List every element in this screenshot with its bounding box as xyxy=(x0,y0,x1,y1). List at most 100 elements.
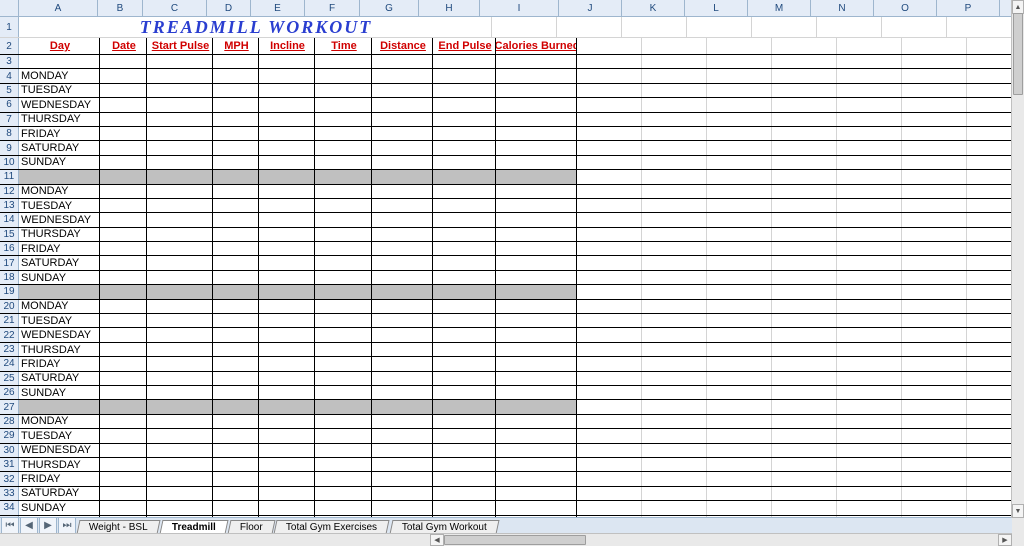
cell[interactable] xyxy=(100,271,147,284)
day-cell[interactable]: TUESDAY xyxy=(19,199,100,212)
col-header-A[interactable]: A xyxy=(19,0,98,16)
day-cell[interactable]: THURSDAY xyxy=(19,113,100,126)
cell[interactable] xyxy=(707,127,772,140)
day-cell[interactable]: THURSDAY xyxy=(19,228,100,241)
cell[interactable] xyxy=(259,242,315,255)
cell[interactable] xyxy=(433,487,496,500)
cell[interactable] xyxy=(213,84,259,97)
cell[interactable] xyxy=(259,228,315,241)
cell[interactable] xyxy=(707,343,772,356)
cell[interactable] xyxy=(100,343,147,356)
cell[interactable] xyxy=(100,372,147,385)
cell[interactable] xyxy=(496,170,577,183)
cell[interactable] xyxy=(772,141,837,154)
cell[interactable] xyxy=(213,213,259,226)
cell[interactable] xyxy=(433,242,496,255)
cell[interactable] xyxy=(837,69,902,82)
cell[interactable] xyxy=(433,501,496,514)
cell[interactable] xyxy=(707,285,772,298)
cell[interactable] xyxy=(707,487,772,500)
col-header-N[interactable]: N xyxy=(811,0,874,16)
cell[interactable] xyxy=(772,69,837,82)
cell[interactable] xyxy=(213,444,259,457)
cell[interactable] xyxy=(100,472,147,485)
vertical-scroll-thumb[interactable] xyxy=(1013,13,1023,95)
cell[interactable] xyxy=(642,156,707,169)
cell[interactable] xyxy=(817,17,882,37)
cell[interactable] xyxy=(372,400,433,413)
cell[interactable] xyxy=(496,69,577,82)
horizontal-scroll-thumb[interactable] xyxy=(444,535,586,545)
cell[interactable] xyxy=(496,228,577,241)
cell[interactable] xyxy=(642,300,707,313)
cell[interactable] xyxy=(902,386,967,399)
cell[interactable] xyxy=(100,415,147,428)
cell[interactable] xyxy=(496,501,577,514)
sheet-tab[interactable]: Treadmill xyxy=(159,520,228,534)
header-calories[interactable]: Calories Burned xyxy=(496,38,577,54)
cell[interactable] xyxy=(100,69,147,82)
cell[interactable] xyxy=(707,98,772,111)
cell[interactable] xyxy=(707,199,772,212)
cell[interactable] xyxy=(147,386,213,399)
row-header[interactable]: 30 xyxy=(0,444,19,457)
row-header[interactable]: 12 xyxy=(0,185,19,198)
cell[interactable] xyxy=(772,242,837,255)
cell[interactable] xyxy=(837,228,902,241)
cell[interactable] xyxy=(707,213,772,226)
col-header-C[interactable]: C xyxy=(143,0,207,16)
cell[interactable] xyxy=(902,141,967,154)
cell[interactable] xyxy=(372,113,433,126)
cell[interactable] xyxy=(707,156,772,169)
cell[interactable] xyxy=(315,113,372,126)
cell[interactable] xyxy=(642,38,707,54)
cell[interactable] xyxy=(752,17,817,37)
cell[interactable] xyxy=(496,314,577,327)
cell[interactable] xyxy=(642,271,707,284)
col-header-F[interactable]: F xyxy=(305,0,360,16)
cell[interactable] xyxy=(315,300,372,313)
cell[interactable] xyxy=(213,55,259,68)
cell[interactable] xyxy=(213,156,259,169)
cell[interactable] xyxy=(707,170,772,183)
cell[interactable] xyxy=(496,271,577,284)
day-cell[interactable]: WEDNESDAY xyxy=(19,98,100,111)
cell[interactable] xyxy=(577,501,642,514)
cell[interactable] xyxy=(496,256,577,269)
cell[interactable] xyxy=(967,84,1012,97)
cell[interactable] xyxy=(433,199,496,212)
cell[interactable] xyxy=(772,271,837,284)
cell[interactable] xyxy=(372,69,433,82)
cell[interactable] xyxy=(967,285,1012,298)
cell[interactable] xyxy=(433,127,496,140)
col-header-K[interactable]: K xyxy=(622,0,685,16)
cell[interactable] xyxy=(772,357,837,370)
cell[interactable] xyxy=(577,386,642,399)
cell[interactable] xyxy=(902,55,967,68)
cell[interactable] xyxy=(902,199,967,212)
cell[interactable] xyxy=(315,372,372,385)
cell[interactable] xyxy=(259,328,315,341)
cell[interactable] xyxy=(496,141,577,154)
col-header-M[interactable]: M xyxy=(748,0,811,16)
cell[interactable] xyxy=(967,38,1012,54)
cell[interactable] xyxy=(315,185,372,198)
cell[interactable] xyxy=(577,242,642,255)
cell[interactable] xyxy=(259,213,315,226)
cell[interactable] xyxy=(259,357,315,370)
cell[interactable] xyxy=(967,242,1012,255)
cell[interactable] xyxy=(315,343,372,356)
cell[interactable] xyxy=(259,429,315,442)
cell[interactable] xyxy=(967,127,1012,140)
cell[interactable] xyxy=(577,458,642,471)
cell[interactable] xyxy=(147,127,213,140)
grid[interactable]: A B C D E F G H I J K L M N O P Q 1TREAD… xyxy=(0,0,1012,518)
header-time[interactable]: Time xyxy=(315,38,372,54)
cell[interactable] xyxy=(707,501,772,514)
cell[interactable] xyxy=(577,328,642,341)
cell[interactable] xyxy=(967,300,1012,313)
cell[interactable] xyxy=(577,38,642,54)
cell[interactable] xyxy=(213,285,259,298)
cell[interactable] xyxy=(433,156,496,169)
cell[interactable] xyxy=(372,328,433,341)
